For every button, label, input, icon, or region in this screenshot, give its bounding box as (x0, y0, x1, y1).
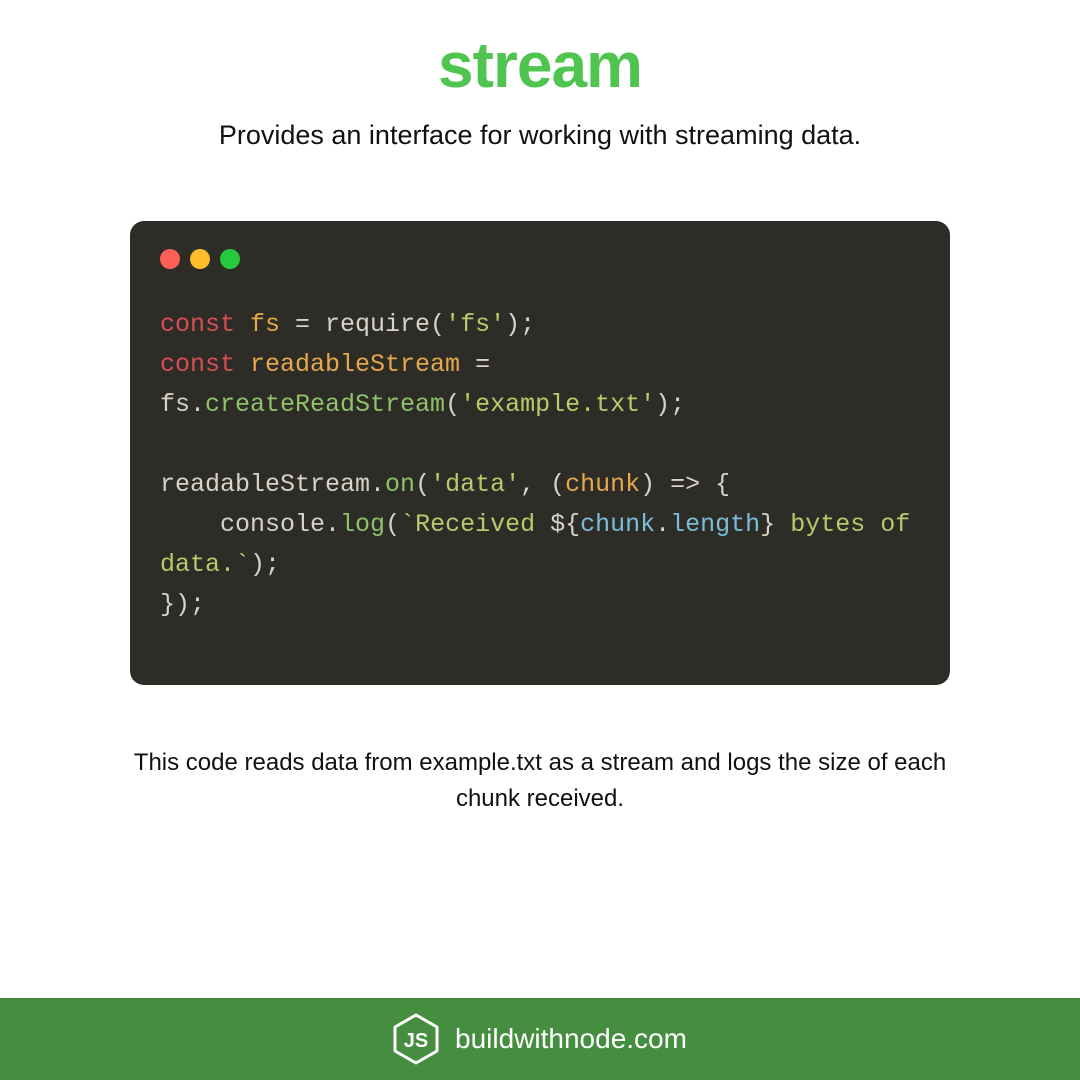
code-window: const fs = require('fs'); const readable… (130, 221, 950, 685)
window-minimize-icon (190, 249, 210, 269)
code-description: This code reads data from example.txt as… (130, 745, 950, 817)
window-close-icon (160, 249, 180, 269)
main-content: stream Provides an interface for working… (0, 0, 1080, 998)
nodejs-icon: JS (393, 1013, 439, 1065)
page-title: stream (438, 28, 642, 102)
svg-text:JS: JS (404, 1030, 428, 1052)
footer-bar: JS buildwithnode.com (0, 998, 1080, 1080)
window-maximize-icon (220, 249, 240, 269)
page-subtitle: Provides an interface for working with s… (219, 120, 861, 151)
code-block: const fs = require('fs'); const readable… (160, 305, 920, 625)
footer-site-label: buildwithnode.com (455, 1023, 687, 1055)
window-controls (160, 249, 920, 269)
